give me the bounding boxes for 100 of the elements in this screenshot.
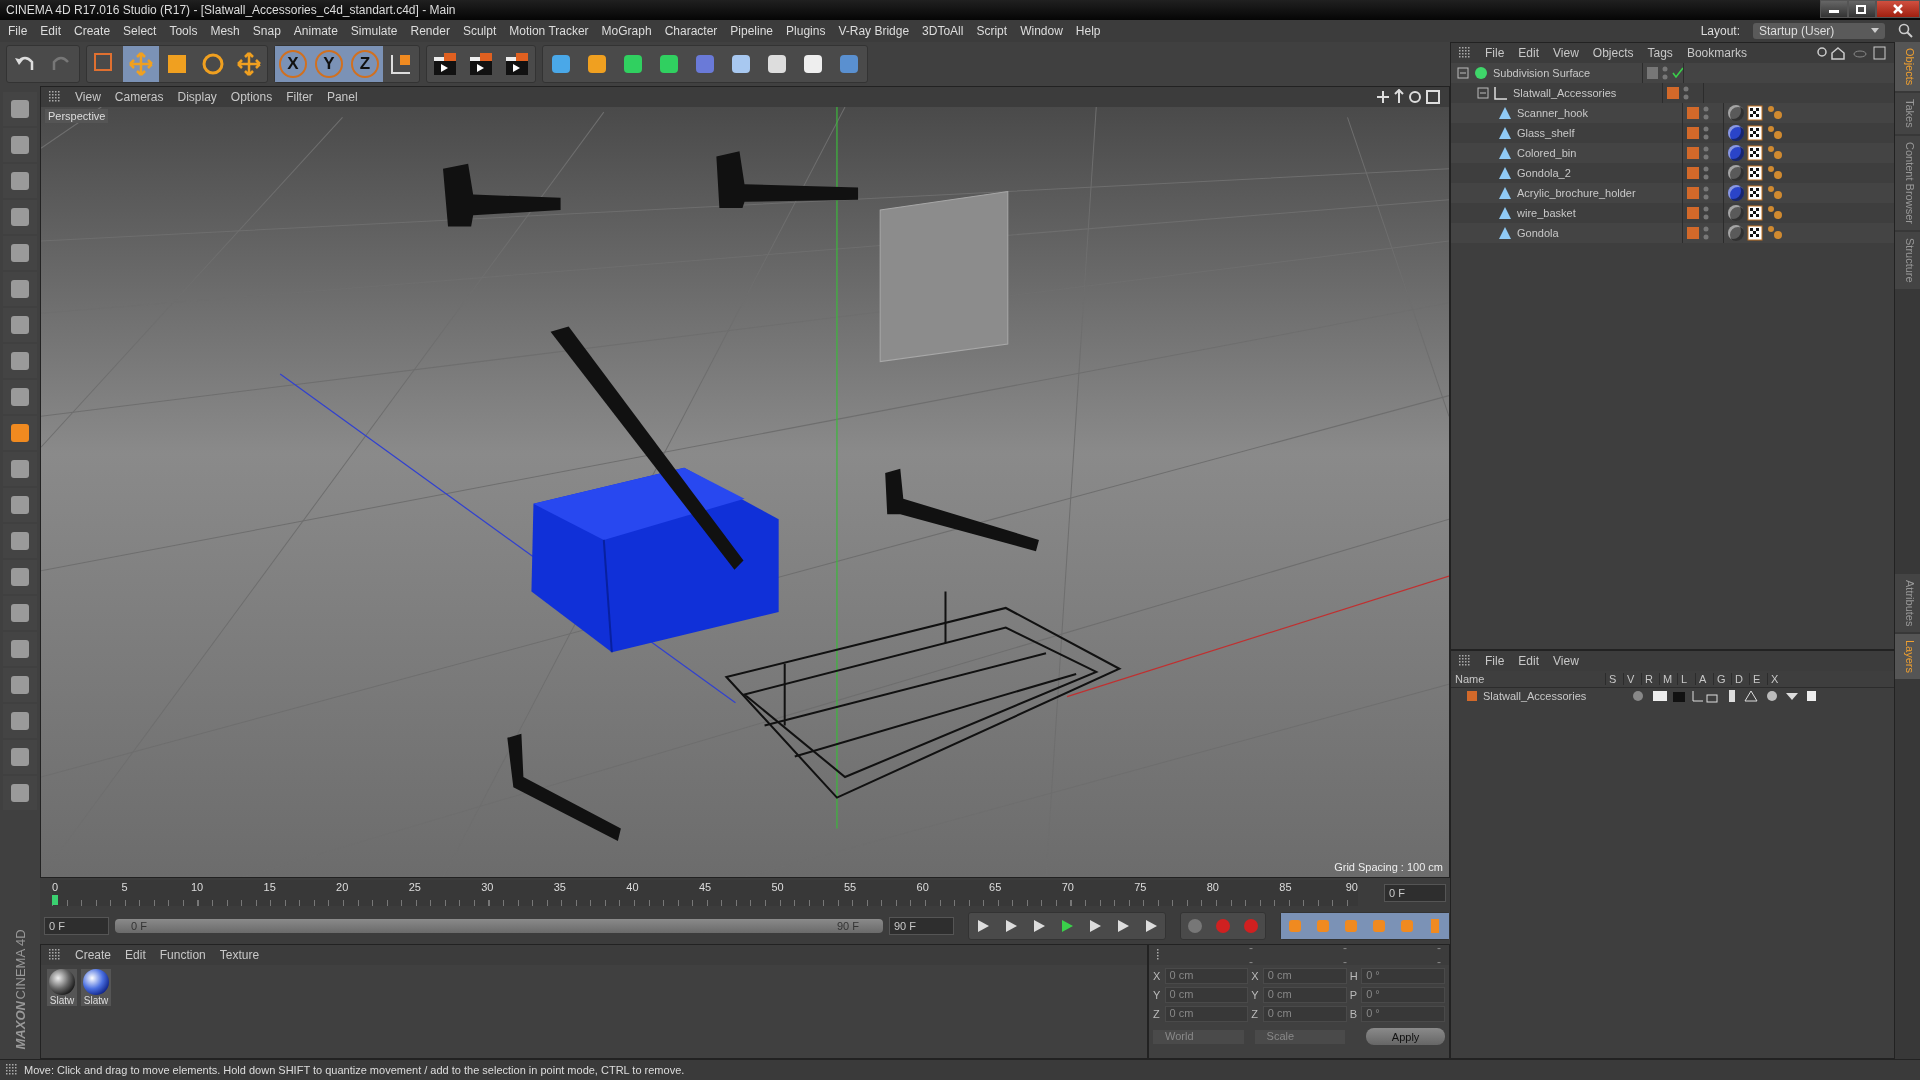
material-tag[interactable] xyxy=(1728,125,1744,141)
menu-item[interactable]: Render xyxy=(410,24,450,38)
maximize-button[interactable] xyxy=(1848,0,1876,18)
tool-button[interactable] xyxy=(3,200,37,234)
menu-item[interactable]: Cameras xyxy=(114,90,164,104)
view-navigation-icon[interactable] xyxy=(1377,89,1441,105)
menu-item[interactable]: Filter xyxy=(286,90,313,104)
panel-tab[interactable]: Layers xyxy=(1895,633,1920,679)
visibility-dots-icon[interactable] xyxy=(1702,225,1710,241)
menu-item[interactable]: Create xyxy=(74,24,111,38)
tool-button[interactable] xyxy=(3,452,37,486)
tool-button[interactable] xyxy=(3,344,37,378)
menu-item[interactable]: File xyxy=(1485,46,1505,60)
menu-item[interactable]: Script xyxy=(976,24,1008,38)
menu-item[interactable]: Edit xyxy=(125,948,146,962)
menu-item[interactable]: Mesh xyxy=(210,24,240,38)
checker-tag-icon[interactable] xyxy=(1747,205,1763,221)
apply-button[interactable]: Apply xyxy=(1366,1028,1445,1045)
tool-button[interactable] xyxy=(3,416,37,450)
axis-lock-button[interactable]: X xyxy=(275,46,311,82)
menu-item[interactable]: Panel xyxy=(326,90,358,104)
tool-button[interactable] xyxy=(3,380,37,414)
check-icon[interactable] xyxy=(1671,67,1683,79)
size-field[interactable]: 0 cm xyxy=(1262,1006,1347,1022)
tool-button[interactable] xyxy=(3,308,37,342)
checker-tag-icon[interactable] xyxy=(1747,145,1763,161)
menu-item[interactable]: Create xyxy=(75,948,112,962)
menu-item[interactable]: Plugins xyxy=(786,24,826,38)
menu-item[interactable]: Tools xyxy=(169,24,198,38)
visibility-dots-icon[interactable] xyxy=(1702,145,1710,161)
dots-tag-icon[interactable] xyxy=(1766,165,1784,181)
menu-item[interactable]: Pipeline xyxy=(730,24,774,38)
tool-button[interactable] xyxy=(3,632,37,666)
rotation-field[interactable]: 0 ° xyxy=(1361,1006,1445,1022)
tool-button[interactable] xyxy=(3,272,37,306)
visibility-dots-icon[interactable] xyxy=(1702,165,1710,181)
menu-item[interactable]: View xyxy=(1553,46,1579,60)
size-field[interactable]: 0 cm xyxy=(1262,987,1347,1003)
panel-tab[interactable]: Attributes xyxy=(1895,573,1920,632)
rotation-field[interactable]: 0 ° xyxy=(1361,968,1445,984)
menu-item[interactable]: Options xyxy=(230,90,273,104)
menu-item[interactable]: Select xyxy=(123,24,157,38)
panel-tab[interactable]: Structure xyxy=(1895,232,1920,289)
panel-tab[interactable]: Content Browser xyxy=(1895,136,1920,230)
end-frame-field[interactable]: 90 F xyxy=(888,917,954,935)
tool-button[interactable] xyxy=(3,164,37,198)
tool-button[interactable] xyxy=(3,524,37,558)
viewport[interactable]: View Cameras Display Options Filter Panel Perspective Grid Spacing : 100 cm xyxy=(40,86,1450,878)
axis-lock-button[interactable]: Z xyxy=(347,46,383,82)
tool-button[interactable] xyxy=(3,488,37,522)
dots-tag-icon[interactable] xyxy=(1766,205,1784,221)
timeline-ruler[interactable]: 0 5 10 15 20 25 30 35 40 45 50 55 60 65 70 75 80 85 90 xyxy=(52,880,1358,906)
visibility-dots-icon[interactable] xyxy=(1702,205,1710,221)
start-frame-field[interactable]: 0 F xyxy=(44,917,109,935)
visibility-dots-icon[interactable] xyxy=(1702,185,1710,201)
collapse-icon[interactable] xyxy=(1457,67,1469,79)
position-field[interactable]: 0 cm xyxy=(1164,968,1249,984)
menu-item[interactable]: Display xyxy=(177,90,217,104)
menu-item[interactable]: View xyxy=(75,90,101,104)
panel-tab[interactable]: Objects xyxy=(1895,42,1920,92)
menu-item[interactable]: Bookmarks xyxy=(1686,46,1747,60)
menu-item[interactable]: V-Ray Bridge xyxy=(838,24,910,38)
menu-item[interactable]: Function xyxy=(159,948,206,962)
current-frame-field[interactable]: 0 F xyxy=(1384,884,1446,902)
dots-tag-icon[interactable] xyxy=(1766,145,1784,161)
panel-tools-icon[interactable] xyxy=(1816,46,1886,60)
dots-tag-icon[interactable] xyxy=(1766,185,1784,201)
menu-item[interactable]: Simulate xyxy=(350,24,398,38)
menu-item[interactable]: Motion Tracker xyxy=(509,24,589,38)
tool-button[interactable] xyxy=(3,560,37,594)
tool-button[interactable] xyxy=(3,236,37,270)
menu-item[interactable]: Window xyxy=(1020,24,1063,38)
menu-item[interactable]: View xyxy=(1553,654,1579,668)
material-swatch[interactable]: Slatw xyxy=(47,969,77,1006)
position-field[interactable]: 0 cm xyxy=(1164,1006,1249,1022)
checker-tag-icon[interactable] xyxy=(1747,185,1763,201)
dots-tag-icon[interactable] xyxy=(1766,125,1784,141)
dots-tag-icon[interactable] xyxy=(1766,225,1784,241)
menu-item[interactable]: Objects xyxy=(1592,46,1634,60)
menu-item[interactable]: File xyxy=(8,24,28,38)
visibility-dots-icon[interactable] xyxy=(1702,125,1710,141)
menu-item[interactable]: File xyxy=(1485,654,1505,668)
axis-lock-button[interactable]: Y xyxy=(311,46,347,82)
checker-tag-icon[interactable] xyxy=(1747,165,1763,181)
tool-button[interactable] xyxy=(3,128,37,162)
panel-tab[interactable]: Takes xyxy=(1895,93,1920,135)
close-button[interactable] xyxy=(1876,0,1920,18)
menu-item[interactable]: Tags xyxy=(1647,46,1673,60)
menu-item[interactable]: Sculpt xyxy=(462,24,497,38)
material-tag[interactable] xyxy=(1728,185,1744,201)
menu-item[interactable]: MoGraph xyxy=(601,24,652,38)
position-field[interactable]: 0 cm xyxy=(1164,987,1249,1003)
checker-tag-icon[interactable] xyxy=(1747,225,1763,241)
object-row[interactable]: Colored_bin xyxy=(1451,143,1894,163)
tool-button[interactable] xyxy=(3,704,37,738)
visibility-dots-icon[interactable] xyxy=(1702,105,1710,121)
checker-tag-icon[interactable] xyxy=(1747,105,1763,121)
menu-item[interactable]: Edit xyxy=(1518,46,1540,60)
material-tag[interactable] xyxy=(1728,205,1744,221)
menu-item[interactable]: Character xyxy=(664,24,718,38)
